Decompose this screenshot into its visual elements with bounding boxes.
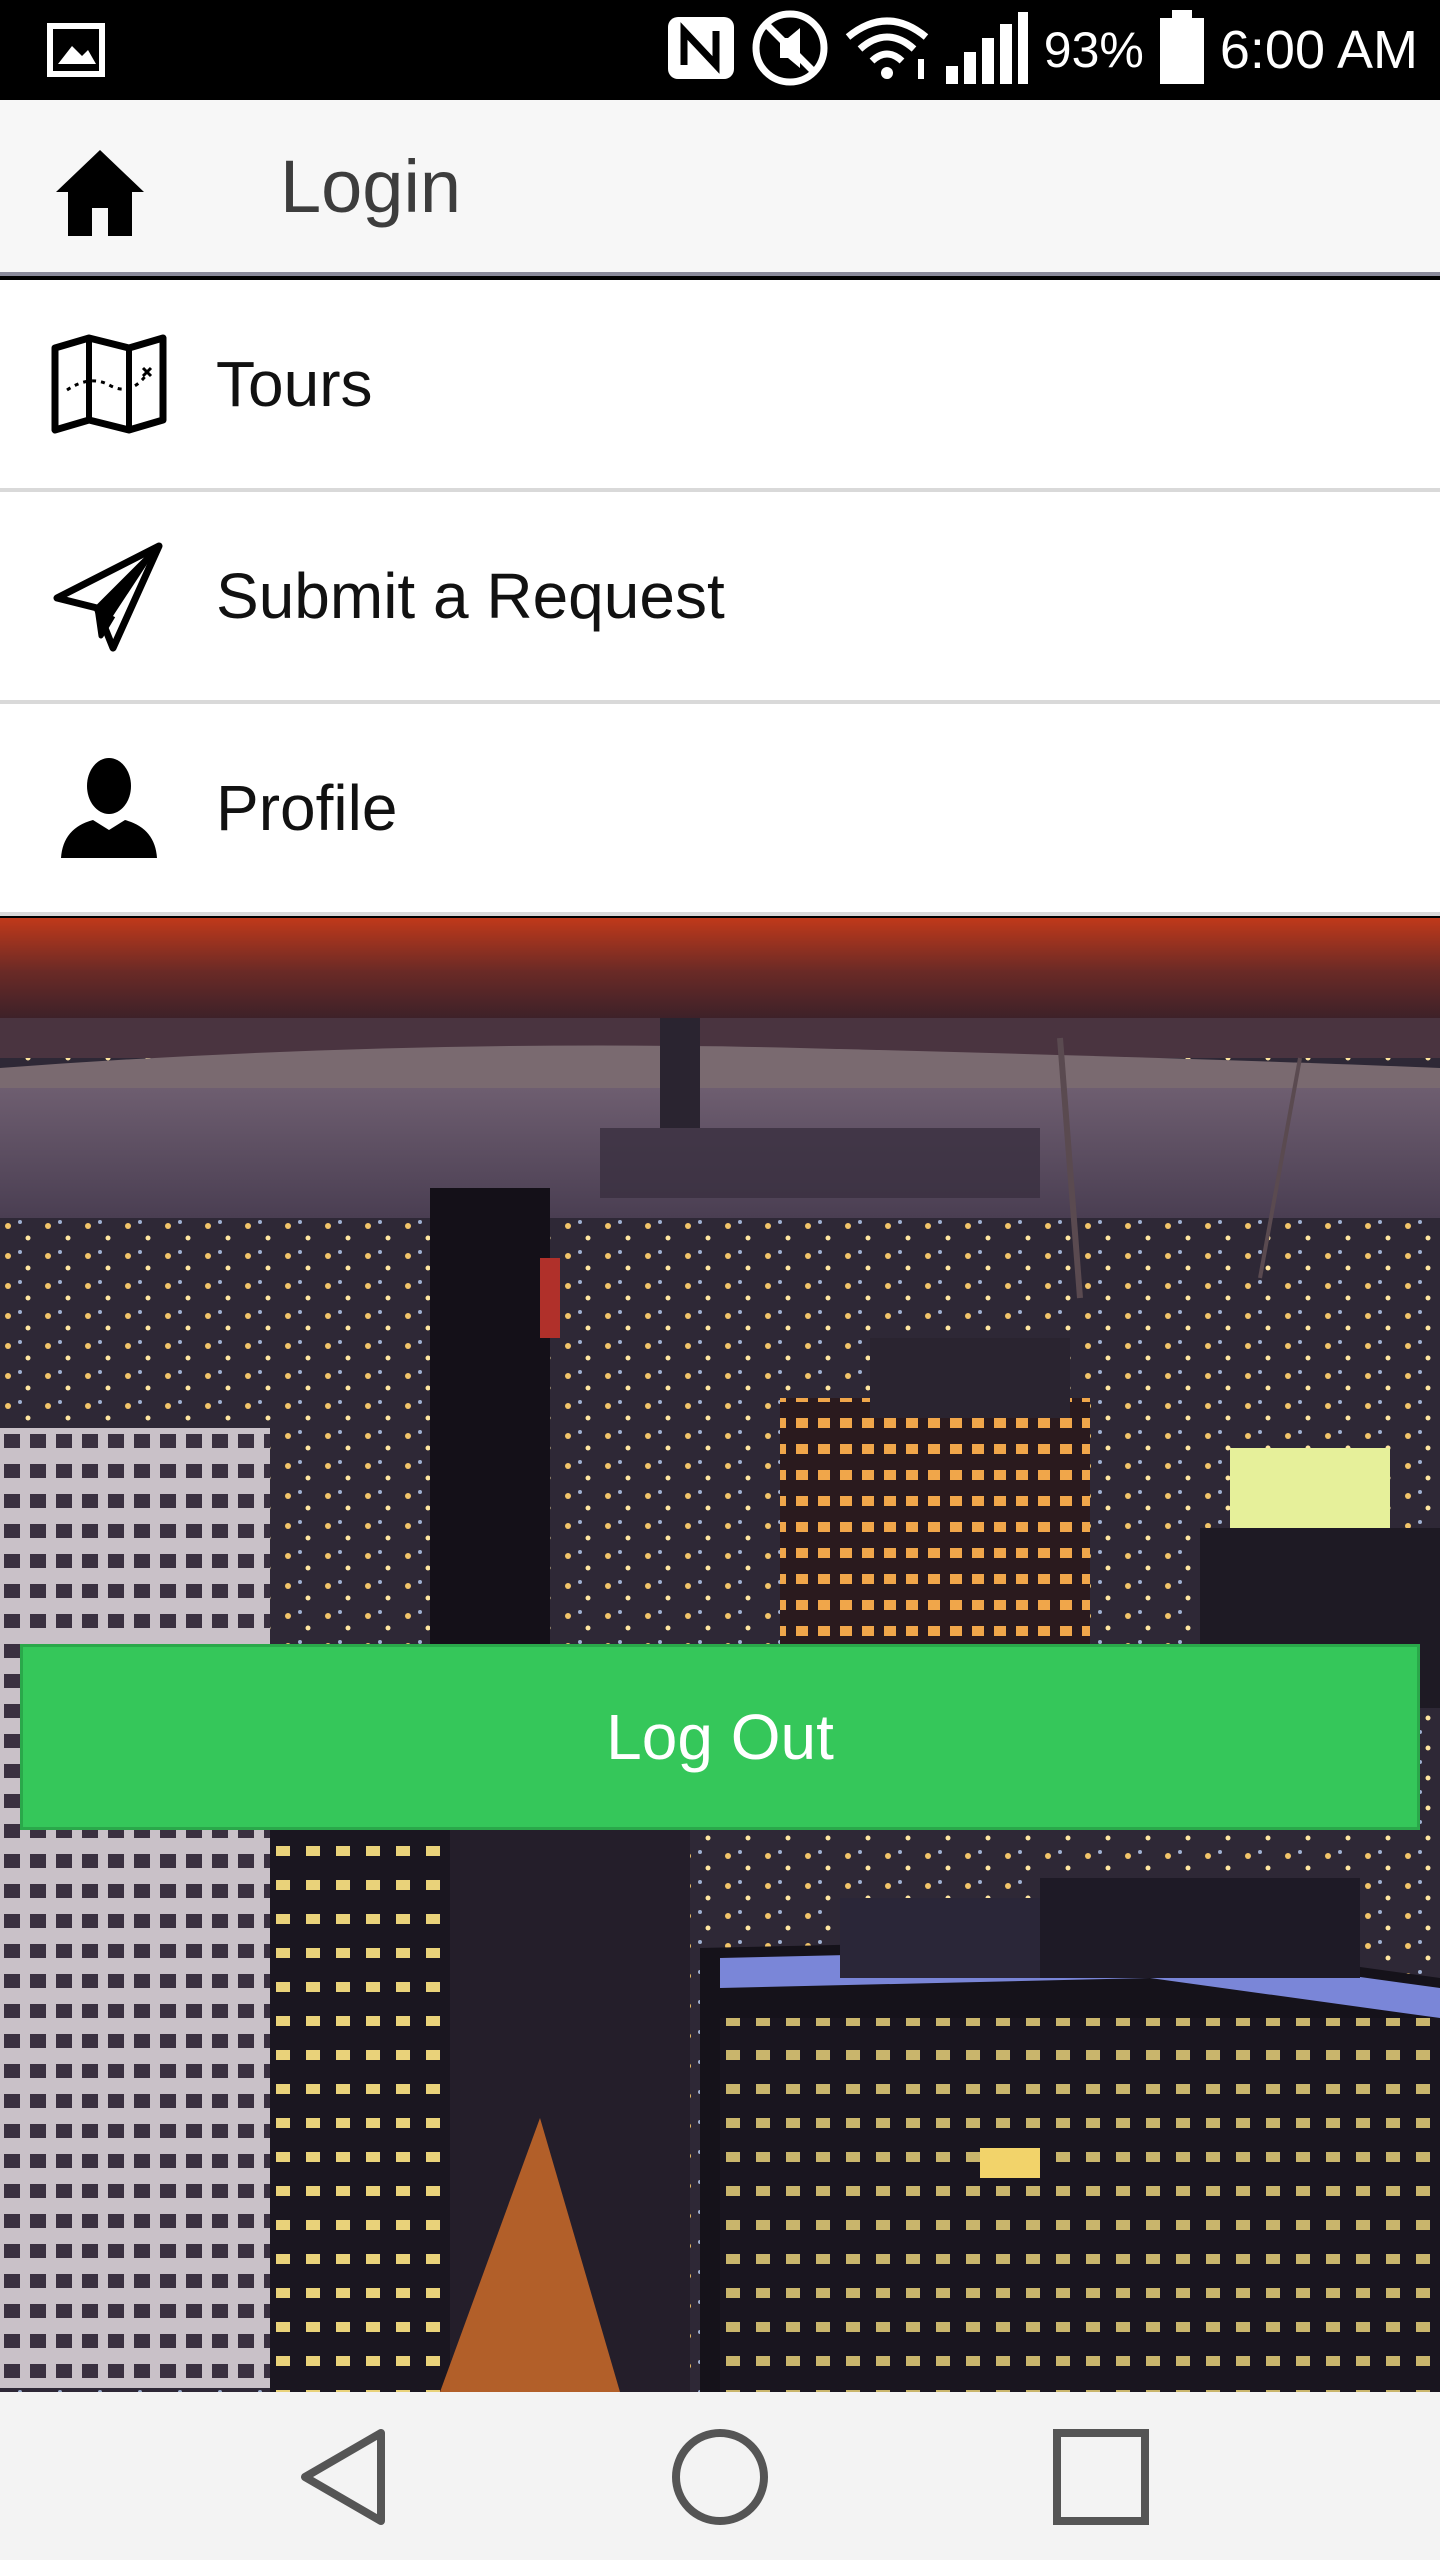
clock: 6:00 AM	[1219, 20, 1418, 80]
status-bar: 93% 6:00 AM	[0, 0, 1440, 100]
battery-icon	[1158, 9, 1206, 91]
menu-item-label: Tours	[216, 348, 373, 420]
menu-item-profile[interactable]: Profile	[0, 704, 1440, 916]
battery-percent: 93%	[1043, 22, 1144, 78]
main-menu: Tours Submit a Request Profile	[0, 280, 1440, 916]
mute-icon	[750, 8, 830, 93]
nfc-icon	[666, 13, 736, 88]
logout-button[interactable]: Log Out	[20, 1644, 1420, 1830]
paper-plane-icon	[50, 537, 168, 655]
map-icon	[50, 325, 168, 443]
app-header: Login	[0, 100, 1440, 276]
menu-item-label: Profile	[216, 772, 398, 844]
wifi-icon	[844, 13, 930, 88]
menu-item-tours[interactable]: Tours	[0, 280, 1440, 492]
home-circle-icon[interactable]	[665, 2422, 775, 2532]
system-nav-bar	[0, 2392, 1440, 2560]
page-title: Login	[280, 145, 462, 228]
menu-item-submit-request[interactable]: Submit a Request	[0, 492, 1440, 704]
menu-item-label: Submit a Request	[216, 560, 725, 632]
home-icon[interactable]	[48, 140, 152, 244]
back-icon[interactable]	[290, 2422, 400, 2532]
gallery-icon	[46, 22, 106, 83]
person-icon	[50, 749, 168, 867]
recents-icon[interactable]	[1046, 2422, 1156, 2532]
signal-icon	[944, 10, 1030, 91]
